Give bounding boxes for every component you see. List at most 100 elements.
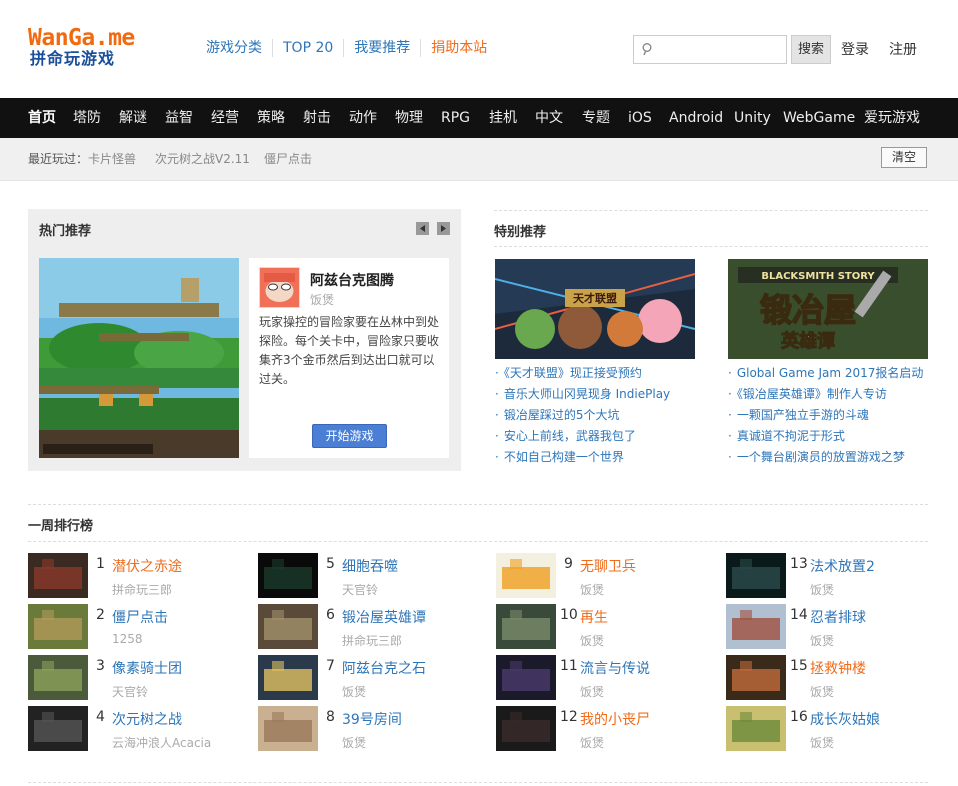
news-item[interactable]: · 锻冶屋踩过的5个大坑 [495,405,715,426]
cat-puzzle[interactable]: 解谜 [119,110,147,126]
news-item[interactable]: · 《锻冶屋英雄谭》制作人专访 [728,384,948,405]
ranking-item[interactable]: 9 无聊卫兵 饭煲 [496,553,716,599]
ranking-item[interactable]: 5 细胞吞噬 天官铃 [258,553,478,599]
ranking-game-author: 饭煲 [810,634,835,648]
cat-action[interactable]: 动作 [349,110,377,126]
hot-game-screenshot[interactable] [39,258,239,458]
ranking-game-name[interactable]: 39号房间 [342,709,402,729]
ranking-game-name[interactable]: 次元树之战 [112,709,182,729]
ranking-game-name[interactable]: 细胞吞噬 [342,556,398,576]
ranking-game-name[interactable]: 忍者排球 [810,607,866,627]
play-game-button[interactable]: 开始游戏 [312,424,387,448]
ranking-item[interactable]: 4 次元树之战 云海冲浪人Acacia [28,706,248,752]
news-item[interactable]: · Global Game Jam 2017报名启动 [728,363,948,384]
ranking-thumbnail[interactable] [258,655,318,700]
ranking-item[interactable]: 16 成长灰姑娘 饭煲 [726,706,946,752]
ranking-thumbnail[interactable] [28,706,88,751]
cat-webgame[interactable]: WebGame [783,110,855,126]
ranking-game-name[interactable]: 拯救钟楼 [810,658,866,678]
news-item[interactable]: · 不如自己构建一个世界 [495,447,715,468]
nav-donate[interactable]: 捐助本站 [421,39,497,57]
ranking-thumbnail[interactable] [726,553,786,598]
cat-android[interactable]: Android [669,110,723,126]
next-arrow-button[interactable] [437,222,450,235]
ranking-thumbnail[interactable] [496,706,556,751]
ranking-thumbnail[interactable] [496,655,556,700]
ranking-item[interactable]: 12 我的小丧尸 饭煲 [496,706,716,752]
ranking-item[interactable]: 10 再生 饭煲 [496,604,716,650]
news-item[interactable]: · 《天才联盟》现正接受预约 [495,363,715,384]
news-item[interactable]: · 安心上前线，武器我包了 [495,426,715,447]
ranking-item[interactable]: 11 流言与传说 饭煲 [496,655,716,701]
ranking-thumbnail[interactable] [28,604,88,649]
cat-idle[interactable]: 挂机 [489,110,517,126]
site-logo[interactable]: WanGa.me 拼命玩游戏 [28,26,173,72]
ranking-item[interactable]: 7 阿兹台克之石 饭煲 [258,655,478,701]
search-button[interactable]: 搜索 [791,35,831,64]
ranking-game-name[interactable]: 我的小丧尸 [580,709,650,729]
ranking-game-name[interactable]: 无聊卫兵 [580,556,636,576]
game-avatar[interactable] [259,267,300,308]
cat-home[interactable]: 首页 [28,110,56,126]
cat-unity[interactable]: Unity [734,110,771,126]
ranking-number: 4 [96,709,105,725]
ranking-thumbnail[interactable] [726,706,786,751]
cat-chinese[interactable]: 中文 [535,110,563,126]
ranking-game-name[interactable]: 锻冶屋英雄谭 [342,607,426,627]
special-banner-blacksmith[interactable]: BLACKSMITH STORY 锻冶屋 英雄谭 [728,259,928,359]
ranking-game-name[interactable]: 成长灰姑娘 [810,709,880,729]
ranking-item[interactable]: 3 像素骑士团 天官铃 [28,655,248,701]
ranking-thumbnail[interactable] [496,604,556,649]
cat-management[interactable]: 经营 [211,110,239,126]
cat-physics[interactable]: 物理 [395,110,423,126]
special-banner-genius-league[interactable]: 天才联盟 [495,259,695,359]
prev-arrow-button[interactable] [416,222,429,235]
ranking-game-name[interactable]: 僵尸点击 [112,607,168,627]
ranking-game-name[interactable]: 再生 [580,607,608,627]
ranking-thumbnail[interactable] [28,655,88,700]
ranking-item[interactable]: 1 潜伏之赤途 拼命玩三郎 [28,553,248,599]
ranking-game-name[interactable]: 法术放置2 [810,556,875,576]
ranking-game-name[interactable]: 阿兹台克之石 [342,658,426,678]
nav-recommend[interactable]: 我要推荐 [344,39,422,57]
hot-game-name[interactable]: 阿兹台克图腾 [310,270,394,290]
recent-game-link[interactable]: 次元树之战V2.11 [155,150,250,167]
ranking-game-name[interactable]: 像素骑士团 [112,658,182,678]
cat-rpg[interactable]: RPG [441,110,470,126]
ranking-game-name[interactable]: 流言与传说 [580,658,650,678]
ranking-item[interactable]: 13 法术放置2 饭煲 [726,553,946,599]
recent-game-link[interactable]: 卡片怪兽 [88,150,136,167]
ranking-item[interactable]: 6 锻冶屋英雄谭 拼命玩三郎 [258,604,478,650]
ranking-thumbnail[interactable] [28,553,88,598]
ranking-thumbnail[interactable] [726,604,786,649]
cat-shooting[interactable]: 射击 [303,110,331,126]
news-item[interactable]: · 一个舞台剧演员的放置游戏之梦 [728,447,948,468]
login-link[interactable]: 登录 [841,39,869,59]
news-item[interactable]: · 一颗国产独立手游的斗魂 [728,405,948,426]
ranking-thumbnail[interactable] [258,604,318,649]
ranking-item[interactable]: 8 39号房间 饭煲 [258,706,478,752]
news-item[interactable]: · 真诚道不拘泥于形式 [728,426,948,447]
nav-game-categories[interactable]: 游戏分类 [196,39,273,57]
news-item[interactable]: · 音乐大师山冈晃现身 IndiePlay [495,384,715,405]
search-input[interactable] [660,38,784,61]
cat-strategy[interactable]: 策略 [257,110,285,126]
ranking-thumbnail[interactable] [496,553,556,598]
ranking-item[interactable]: 14 忍者排球 饭煲 [726,604,946,650]
ranking-thumbnail[interactable] [258,553,318,598]
clear-history-button[interactable]: 清空 [881,147,927,168]
nav-top20[interactable]: TOP 20 [273,39,345,57]
special-recommend-title: 特别推荐 [494,225,547,240]
cat-tower-defense[interactable]: 塔防 [73,110,101,126]
ranking-game-name[interactable]: 潜伏之赤途 [112,556,182,576]
ranking-thumbnail[interactable] [726,655,786,700]
register-link[interactable]: 注册 [889,39,917,59]
cat-topics[interactable]: 专题 [582,110,610,126]
ranking-item[interactable]: 15 拯救钟楼 饭煲 [726,655,946,701]
recent-game-link[interactable]: 僵尸点击 [264,150,312,167]
cat-ios[interactable]: iOS [628,110,652,126]
cat-brain[interactable]: 益智 [165,110,193,126]
cat-aiwan[interactable]: 爱玩游戏 [864,110,920,126]
ranking-item[interactable]: 2 僵尸点击 1258 [28,604,248,650]
ranking-thumbnail[interactable] [258,706,318,751]
